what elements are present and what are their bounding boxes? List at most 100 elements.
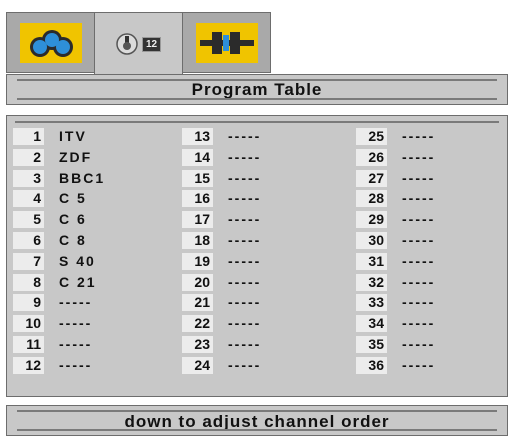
channel-row[interactable]: 9 ----- xyxy=(13,294,163,313)
channel-table: 1 ITV 2 ZDF 3 BBC1 4 C 5 5 C 6 6 C 8 7 S 40 8 C 21 9 ----… xyxy=(6,115,508,397)
channel-row[interactable]: 29 ----- xyxy=(356,211,506,230)
channel-number: 11 xyxy=(13,336,44,353)
channel-number: 33 xyxy=(356,294,387,312)
channel-row[interactable]: 18 ----- xyxy=(182,232,332,251)
channel-row[interactable]: 4 C 5 xyxy=(13,190,163,209)
channel-row[interactable]: 14 ----- xyxy=(182,148,332,168)
channel-row[interactable]: 2 ZDF xyxy=(13,148,163,168)
channel-row[interactable]: 36 ----- xyxy=(356,356,506,376)
channel-row[interactable]: 3 BBC1 xyxy=(13,169,163,189)
channel-row[interactable]: 25 ----- xyxy=(356,128,506,147)
channel-number: 16 xyxy=(182,190,213,208)
channel-number: 22 xyxy=(182,315,213,333)
channel-number: 6 xyxy=(13,232,44,249)
channel-row[interactable]: 21 ----- xyxy=(182,294,332,313)
channel-name: ----- xyxy=(59,336,93,352)
channel-name: ----- xyxy=(402,190,436,207)
channel-row[interactable]: 35 ----- xyxy=(356,336,506,355)
channel-name: ----- xyxy=(402,128,436,144)
tab-connection[interactable] xyxy=(182,12,271,73)
channel-row[interactable]: 33 ----- xyxy=(356,294,506,313)
channel-row[interactable]: 24 ----- xyxy=(182,356,332,376)
channel-number: 20 xyxy=(182,273,213,291)
channel-number: 2 xyxy=(13,148,44,166)
channel-name: ----- xyxy=(59,356,93,373)
channel-number: 7 xyxy=(13,252,44,270)
channel-row[interactable]: 6 C 8 xyxy=(13,232,163,251)
channel-name: ----- xyxy=(402,252,436,269)
channel-row[interactable]: 32 ----- xyxy=(356,273,506,293)
channel-row[interactable]: 16 ----- xyxy=(182,190,332,209)
channel-row[interactable]: 27 ----- xyxy=(356,169,506,189)
divider xyxy=(15,121,499,123)
channel-name: C 5 xyxy=(59,190,87,207)
channel-name: ----- xyxy=(228,190,262,207)
channel-number: 24 xyxy=(182,356,213,374)
channel-number: 29 xyxy=(356,211,387,229)
channel-name: ----- xyxy=(228,273,262,290)
channel-row[interactable]: 13 ----- xyxy=(182,128,332,147)
channel-number: 8 xyxy=(13,273,44,291)
channel-row[interactable]: 20 ----- xyxy=(182,273,332,293)
channel-row[interactable]: 12 ----- xyxy=(13,356,163,376)
channel-name: ----- xyxy=(228,252,262,269)
channel-row[interactable]: 28 ----- xyxy=(356,190,506,209)
divider xyxy=(17,429,497,431)
channel-row[interactable]: 15 ----- xyxy=(182,169,332,189)
channel-name: ----- xyxy=(402,315,436,332)
hint-bar: down to adjust channel order xyxy=(6,405,508,436)
channel-name: C 6 xyxy=(59,211,87,228)
connector-icon xyxy=(195,22,258,63)
channel-name: ----- xyxy=(402,336,436,352)
channel-row[interactable]: 26 ----- xyxy=(356,148,506,168)
setup-knob-icon: 12 xyxy=(116,33,162,55)
channel-row[interactable]: 1 ITV xyxy=(13,128,163,147)
channel-row[interactable]: 23 ----- xyxy=(182,336,332,355)
channel-number: 30 xyxy=(356,232,387,249)
channel-row[interactable]: 10 ----- xyxy=(13,315,163,334)
channel-name: ----- xyxy=(402,232,436,248)
channel-number: 27 xyxy=(356,169,387,187)
channel-row[interactable]: 34 ----- xyxy=(356,315,506,334)
channel-row[interactable]: 5 C 6 xyxy=(13,211,163,230)
channel-row[interactable]: 30 ----- xyxy=(356,232,506,251)
channel-row[interactable]: 22 ----- xyxy=(182,315,332,334)
channel-number: 13 xyxy=(182,128,213,145)
program-table-header: Program Table xyxy=(6,74,508,105)
channel-number: 5 xyxy=(13,211,44,229)
channel-name: ----- xyxy=(402,356,436,373)
channel-name: ZDF xyxy=(59,148,93,165)
channel-number: 19 xyxy=(182,252,213,270)
channel-name: ----- xyxy=(402,148,436,165)
channel-number: 1 xyxy=(13,128,44,145)
channel-number: 10 xyxy=(13,315,44,333)
channel-number: 21 xyxy=(182,294,213,312)
channel-number: 32 xyxy=(356,273,387,291)
channel-name: ----- xyxy=(228,169,262,186)
channel-name: C 21 xyxy=(59,273,97,290)
channel-name: ----- xyxy=(228,128,262,144)
channel-row[interactable]: 17 ----- xyxy=(182,211,332,230)
channel-number: 9 xyxy=(13,294,44,312)
channel-name: ----- xyxy=(402,273,436,290)
channel-row[interactable]: 19 ----- xyxy=(182,252,332,272)
tab-picture[interactable] xyxy=(6,12,95,73)
channel-row[interactable]: 8 C 21 xyxy=(13,273,163,293)
badge-label: 12 xyxy=(141,36,162,52)
channel-row[interactable]: 31 ----- xyxy=(356,252,506,272)
channel-number: 23 xyxy=(182,336,213,353)
channel-row[interactable]: 11 ----- xyxy=(13,336,163,355)
channel-name: ----- xyxy=(402,294,436,311)
channel-name: ITV xyxy=(59,128,87,144)
channel-number: 34 xyxy=(356,315,387,333)
channel-number: 35 xyxy=(356,336,387,353)
channel-number: 15 xyxy=(182,169,213,187)
channel-row[interactable]: 7 S 40 xyxy=(13,252,163,272)
channel-name: BBC1 xyxy=(59,169,106,186)
channel-name: ----- xyxy=(228,336,262,352)
channel-number: 18 xyxy=(182,232,213,249)
channel-name: ----- xyxy=(228,148,262,165)
channel-name: ----- xyxy=(402,211,436,228)
tab-setup[interactable]: 12 xyxy=(94,12,183,75)
channel-name: ----- xyxy=(59,294,93,311)
